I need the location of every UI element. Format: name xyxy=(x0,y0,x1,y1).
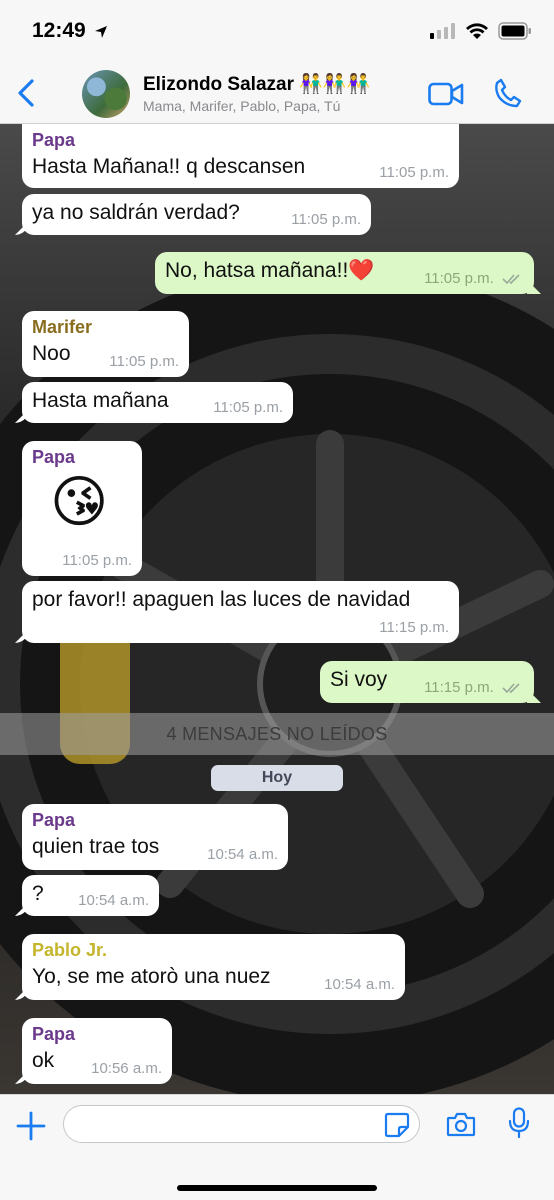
battery-icon xyxy=(498,22,531,40)
status-bar: 12:49 xyxy=(0,0,554,62)
message-time-status: 11:05 p.m. xyxy=(424,270,522,287)
message-bubble[interactable]: Marifer Noo 11:05 p.m. xyxy=(22,311,189,377)
input-bar xyxy=(0,1094,554,1200)
message-time: 10:56 a.m. xyxy=(91,1060,162,1077)
message-time: 11:05 p.m. xyxy=(424,270,494,287)
unread-messages-banner: 4 MENSAJES NO LEÍDOS xyxy=(0,713,554,755)
chat-background: Papa Hasta Mañana!! q descansen 11:05 p.… xyxy=(0,124,554,1094)
message-text: Si voy xyxy=(330,668,388,691)
status-icons xyxy=(430,22,532,40)
message-sender: Pablo Jr. xyxy=(32,940,108,960)
message-time: 11:05 p.m. xyxy=(379,164,449,181)
date-chip: Hoy xyxy=(211,765,343,791)
message-bubble[interactable]: Papa Hasta Mañana!! q descansen 11:05 p.… xyxy=(22,124,459,188)
message-sender: Papa xyxy=(32,130,76,150)
message-time: 11:05 p.m. xyxy=(62,552,132,569)
message-bubble-outgoing[interactable]: No, hatsa mañana!!❤️ 11:05 p.m. xyxy=(155,252,534,294)
message-bubble[interactable]: Pablo Jr. Yo, se me atorò una nuez 10:54… xyxy=(22,934,405,1000)
wifi-icon xyxy=(466,22,488,39)
message-input[interactable] xyxy=(63,1105,420,1143)
message-text: No, hatsa mañana!!❤️ xyxy=(165,259,375,282)
message-text: ya no saldrán verdad? xyxy=(32,201,240,224)
message-text: Noo xyxy=(32,342,71,365)
double-check-icon xyxy=(502,683,520,694)
message-text: por favor!! apaguen las luces de navidad xyxy=(32,588,411,611)
message-bubble[interactable]: Papa ok 10:56 a.m. xyxy=(22,1018,172,1084)
message-bubble-outgoing[interactable]: Si voy 11:15 p.m. xyxy=(320,661,534,703)
message-bubble[interactable]: Hasta mañana 11:05 p.m. xyxy=(22,382,293,423)
message-time: 11:05 p.m. xyxy=(291,211,361,228)
message-sender: Papa xyxy=(32,810,76,830)
group-title[interactable]: Elizondo Salazar 👫👫👫 xyxy=(143,72,370,96)
location-arrow-icon xyxy=(95,26,107,38)
message-time-status: 11:15 p.m. xyxy=(424,679,522,696)
message-time: 10:54 a.m. xyxy=(78,892,149,909)
message-time: 11:05 p.m. xyxy=(213,399,283,416)
home-indicator xyxy=(177,1185,377,1191)
message-time: 10:54 a.m. xyxy=(324,976,395,993)
plus-icon[interactable] xyxy=(16,1111,46,1141)
group-members[interactable]: Mama, Marifer, Pablo, Papa, Tú xyxy=(143,98,340,114)
message-sender: Marifer xyxy=(32,317,93,337)
message-time: 10:54 a.m. xyxy=(207,846,278,863)
emoji-kiss: 😘 xyxy=(50,470,109,533)
message-text: Yo, se me atorò una nuez xyxy=(32,965,271,988)
message-bubble[interactable]: ya no saldrán verdad? 11:05 p.m. xyxy=(22,194,371,235)
group-avatar[interactable] xyxy=(82,70,130,118)
chat-header: Elizondo Salazar 👫👫👫 Mama, Marifer, Pabl… xyxy=(0,62,554,124)
phone-icon[interactable] xyxy=(494,78,522,108)
message-time: 11:05 p.m. xyxy=(109,353,179,370)
message-text: Hasta Mañana!! q descansen xyxy=(32,155,306,178)
message-bubble[interactable]: Papa 😘 11:05 p.m. xyxy=(22,441,142,576)
message-time: 11:15 p.m. xyxy=(424,679,494,696)
message-bubble[interactable]: Papa quien trae tos 10:54 a.m. xyxy=(22,804,288,870)
message-text: Hasta mañana xyxy=(32,389,169,412)
message-bubble[interactable]: por favor!! apaguen las luces de navidad… xyxy=(22,581,459,643)
double-check-icon xyxy=(502,274,520,285)
message-sender: Papa xyxy=(32,447,76,467)
status-time: 12:49 xyxy=(32,19,86,42)
camera-icon[interactable] xyxy=(446,1111,476,1137)
back-chevron-icon[interactable] xyxy=(14,78,38,108)
video-call-icon[interactable] xyxy=(428,82,464,106)
message-text: ? xyxy=(32,882,44,905)
mic-icon[interactable] xyxy=(508,1107,530,1139)
message-time: 11:15 p.m. xyxy=(379,619,449,636)
message-text: ok xyxy=(32,1049,55,1072)
message-sender: Papa xyxy=(32,1024,76,1044)
message-bubble[interactable]: ? 10:54 a.m. xyxy=(22,875,159,916)
signal-icon xyxy=(430,23,455,39)
sticker-icon[interactable] xyxy=(384,1112,410,1138)
message-text: quien trae tos xyxy=(32,835,160,858)
